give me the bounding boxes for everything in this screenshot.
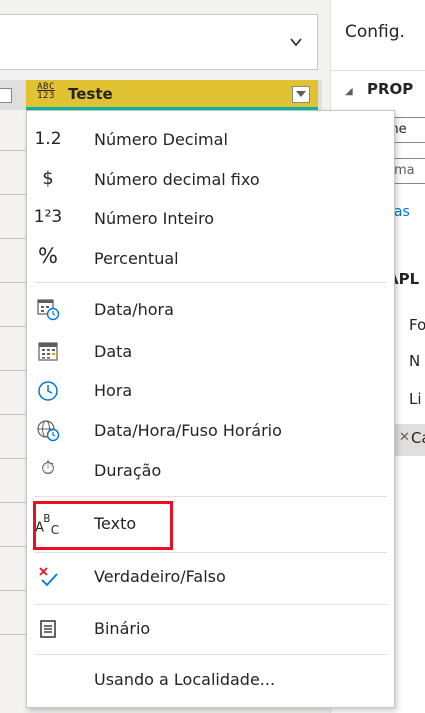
menu-item-label: Data bbox=[94, 342, 133, 361]
menu-item-binary[interactable]: Binário bbox=[27, 610, 394, 648]
datetime-icon bbox=[37, 299, 60, 321]
grid-line bbox=[0, 370, 26, 371]
column-filter-dropdown-button[interactable] bbox=[292, 86, 310, 103]
menu-item-percentage[interactable]: % Percentual bbox=[27, 240, 394, 278]
collapse-triangle-icon[interactable]: ◢ bbox=[345, 86, 353, 97]
previous-column-dropdown[interactable] bbox=[0, 88, 12, 103]
menu-separator bbox=[35, 654, 387, 655]
menu-item-label: Data/Hora/Fuso Horário bbox=[94, 421, 282, 440]
menu-item-time[interactable]: Hora bbox=[27, 372, 394, 410]
grid-line bbox=[0, 502, 26, 503]
grid-line bbox=[0, 546, 26, 547]
applied-step[interactable]: Li bbox=[409, 390, 422, 408]
grid-line bbox=[0, 414, 26, 415]
menu-item-datetime-timezone[interactable]: Data/Hora/Fuso Horário bbox=[27, 412, 394, 450]
menu-item-label: Usando a Localidade... bbox=[94, 670, 276, 689]
menu-item-label: Data/hora bbox=[94, 300, 174, 319]
highlight-box bbox=[33, 501, 173, 550]
stopwatch-icon: ⏱ bbox=[40, 458, 56, 479]
delete-step-icon[interactable]: ✕ bbox=[399, 430, 410, 445]
applied-step[interactable]: Fo bbox=[409, 316, 425, 334]
date-icon bbox=[38, 342, 58, 361]
menu-item-fixed-decimal[interactable]: $ Número decimal fixo bbox=[27, 161, 394, 199]
grid-line bbox=[0, 590, 26, 591]
menu-separator bbox=[35, 496, 387, 497]
percent-icon: % bbox=[38, 244, 58, 268]
grid-line bbox=[0, 326, 26, 327]
menu-item-label: Número Decimal bbox=[94, 130, 228, 149]
grid-line bbox=[0, 634, 26, 635]
applied-step-selected[interactable]: Ca bbox=[411, 429, 425, 447]
panel-title: Config. bbox=[345, 22, 405, 42]
menu-item-label: Duração bbox=[94, 461, 162, 480]
menu-item-label: Binário bbox=[94, 619, 151, 638]
datetime-timezone-icon bbox=[37, 420, 60, 442]
menu-item-duration[interactable]: ⏱ Duração bbox=[27, 452, 394, 490]
menu-item-label: Número decimal fixo bbox=[94, 170, 260, 189]
grid-line bbox=[0, 238, 26, 239]
menu-item-datetime[interactable]: Data/hora bbox=[27, 291, 394, 329]
grid-line bbox=[0, 458, 26, 459]
data-type-menu: 1.2 Número Decimal $ Número decimal fixo… bbox=[26, 110, 395, 708]
clock-icon bbox=[38, 381, 58, 401]
menu-separator bbox=[35, 282, 387, 283]
column-title: Teste bbox=[68, 85, 113, 103]
chevron-down-icon[interactable] bbox=[289, 35, 303, 49]
menu-item-label: Número Inteiro bbox=[94, 209, 215, 228]
properties-heading: PROP bbox=[367, 80, 414, 98]
menu-item-label: Verdadeiro/Falso bbox=[94, 567, 226, 586]
type-icon-bottom: 123 bbox=[37, 91, 55, 101]
menu-item-label: Hora bbox=[94, 381, 133, 400]
menu-separator bbox=[35, 552, 387, 553]
grid-line bbox=[0, 194, 26, 195]
binary-icon bbox=[40, 620, 56, 638]
menu-item-label: Percentual bbox=[94, 249, 179, 268]
applied-step[interactable]: N bbox=[409, 352, 420, 370]
menu-item-whole-number[interactable]: 1²3 Número Inteiro bbox=[27, 200, 394, 238]
formula-bar[interactable] bbox=[0, 14, 318, 70]
menu-item-date[interactable]: Data bbox=[27, 333, 394, 371]
column-type-icon[interactable]: ABC 123 bbox=[32, 83, 60, 105]
true-false-icon bbox=[39, 567, 58, 587]
menu-separator bbox=[35, 604, 387, 605]
column-header-teste[interactable]: ABC 123 Teste bbox=[26, 80, 318, 110]
currency-icon: $ bbox=[42, 168, 54, 189]
triangle-down-icon bbox=[296, 91, 306, 97]
grid-line bbox=[0, 150, 26, 151]
grid-line bbox=[0, 282, 26, 283]
decimal-number-icon: 1.2 bbox=[34, 129, 62, 149]
menu-item-true-false[interactable]: Verdadeiro/Falso bbox=[27, 558, 394, 596]
menu-item-decimal-number[interactable]: 1.2 Número Decimal bbox=[27, 121, 394, 159]
whole-number-icon: 1²3 bbox=[33, 207, 63, 227]
menu-item-using-locale[interactable]: Usando a Localidade... bbox=[27, 661, 394, 699]
divider bbox=[331, 70, 425, 71]
